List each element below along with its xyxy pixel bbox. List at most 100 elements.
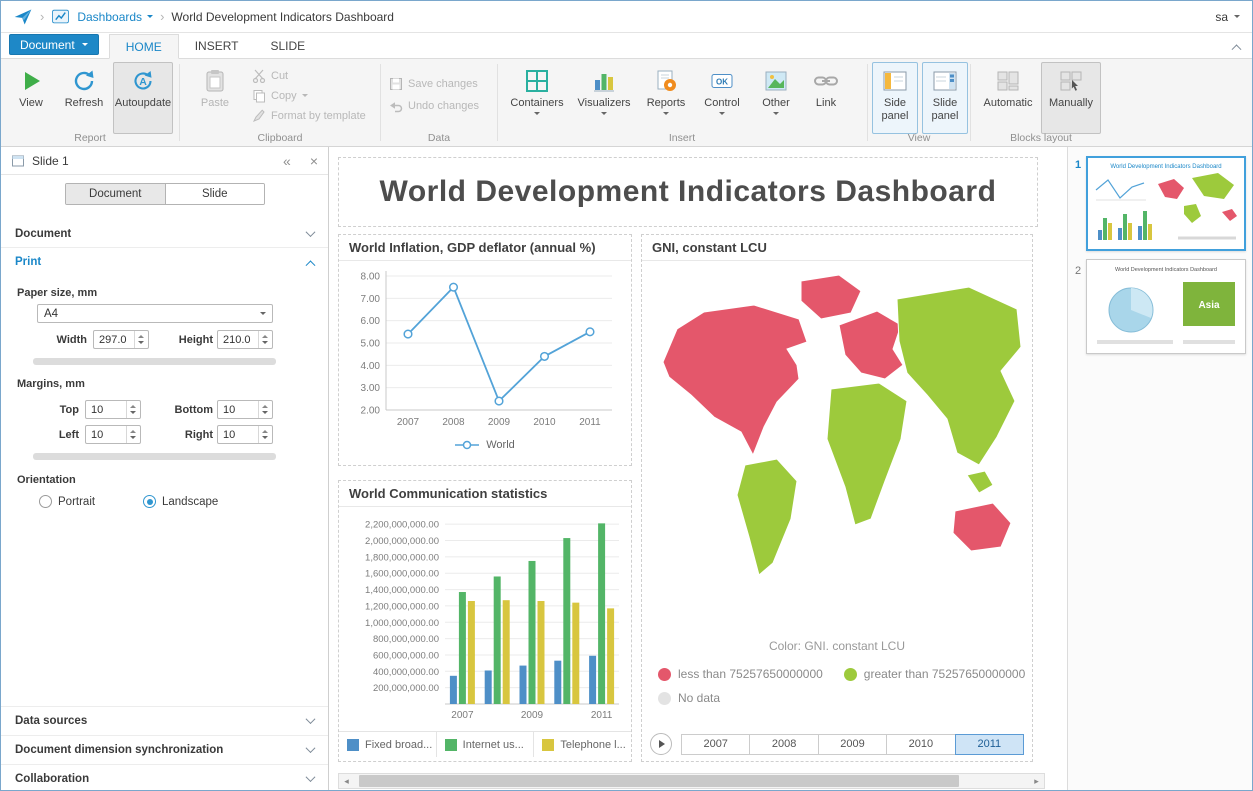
- line-data-point: [450, 283, 458, 291]
- map-region-asia[interactable]: [897, 287, 1021, 465]
- legend-dot-less-than: [658, 668, 671, 681]
- section-dimension-sync[interactable]: Document dimension synchronization: [1, 735, 328, 763]
- chevron-down-icon: [306, 743, 316, 753]
- spinner-arrows[interactable]: [126, 401, 139, 418]
- automatic-layout-icon: [995, 68, 1021, 94]
- side-panel-toggle[interactable]: Side panel: [872, 62, 918, 134]
- view-button[interactable]: View: [7, 62, 55, 134]
- margin-left-input[interactable]: [86, 426, 126, 443]
- visualizers-button[interactable]: Visualizers: [572, 62, 636, 134]
- spinner-arrows[interactable]: [258, 401, 271, 418]
- copy-button[interactable]: Copy: [252, 87, 308, 104]
- spinner-arrows[interactable]: [258, 331, 271, 348]
- y-axis-tick: 2,000,000,000.00: [365, 536, 439, 547]
- control-button[interactable]: OK Control: [696, 62, 748, 134]
- document-menu-button[interactable]: Document: [9, 34, 99, 55]
- refresh-button[interactable]: Refresh: [58, 62, 110, 134]
- section-document[interactable]: Document: [1, 220, 328, 248]
- margin-top-spinner[interactable]: [85, 400, 141, 419]
- map-region-europe[interactable]: [839, 311, 903, 379]
- width-input[interactable]: [94, 331, 134, 348]
- bar-segment: [459, 592, 466, 704]
- horizontal-scrollbar[interactable]: [33, 358, 276, 365]
- other-button[interactable]: Other: [752, 62, 800, 134]
- save-changes-button[interactable]: Save changes: [389, 75, 478, 92]
- portrait-radio-label[interactable]: Portrait: [58, 496, 95, 508]
- slide-panel-toggle[interactable]: Slide panel: [922, 62, 968, 134]
- timeline-year-button-2010[interactable]: 2010: [886, 734, 955, 755]
- timeline-year-buttons: 20072008200920102011: [682, 734, 1024, 755]
- timeline-year-button-2009[interactable]: 2009: [818, 734, 887, 755]
- communication-bar-chart-block[interactable]: World Communication statistics 2,200,000…: [338, 480, 632, 762]
- legend-dot-no-data: [658, 692, 671, 705]
- dashboard-title-block[interactable]: World Development Indicators Dashboard: [338, 157, 1038, 227]
- height-input[interactable]: [218, 331, 258, 348]
- link-button[interactable]: Link: [804, 62, 848, 134]
- svg-text:World Development Indicators D: World Development Indicators Dashboard: [1115, 267, 1217, 273]
- document-mode-button[interactable]: Document: [66, 184, 165, 204]
- scrollbar-track[interactable]: [354, 774, 1029, 788]
- map-region-islands[interactable]: [967, 471, 993, 493]
- scrollbar-thumb[interactable]: [359, 775, 959, 787]
- slide-mode-button[interactable]: Slide: [165, 184, 265, 204]
- reports-button[interactable]: Reports: [640, 62, 692, 134]
- horizontal-scrollbar[interactable]: ◂ ▸: [338, 773, 1045, 789]
- slide-number-1[interactable]: 1: [1072, 159, 1084, 171]
- portrait-radio[interactable]: [39, 495, 52, 508]
- timeline-year-button-2011[interactable]: 2011: [955, 734, 1024, 755]
- close-panel-button[interactable]: ×: [310, 153, 318, 169]
- map-region-australia[interactable]: [953, 503, 1011, 551]
- user-menu[interactable]: sa: [1215, 10, 1240, 24]
- collapse-panel-button[interactable]: «: [283, 153, 291, 169]
- slide-thumbnail-1[interactable]: World Development Indicators Dashboard: [1086, 156, 1246, 251]
- spinner-arrows[interactable]: [258, 426, 271, 443]
- slide-thumbnail-2[interactable]: World Development Indicators Dashboard A…: [1086, 259, 1246, 354]
- spinner-arrows[interactable]: [126, 426, 139, 443]
- manually-layout-button[interactable]: Manually: [1041, 62, 1101, 134]
- section-collaboration[interactable]: Collaboration: [1, 764, 328, 791]
- margin-right-spinner[interactable]: [217, 425, 273, 444]
- autoupdate-button[interactable]: A Autoupdate: [113, 62, 173, 134]
- breadcrumb-dashboards[interactable]: Dashboards: [77, 10, 153, 24]
- margin-bottom-spinner[interactable]: [217, 400, 273, 419]
- scroll-left-arrow[interactable]: ◂: [339, 776, 354, 787]
- landscape-radio[interactable]: [143, 495, 156, 508]
- tab-slide[interactable]: SLIDE: [255, 33, 322, 58]
- margin-left-spinner[interactable]: [85, 425, 141, 444]
- tab-insert[interactable]: INSERT: [179, 33, 255, 58]
- map-region-greenland[interactable]: [801, 275, 861, 319]
- world-map[interactable]: [649, 267, 1025, 623]
- collapse-ribbon-button[interactable]: [1233, 39, 1240, 53]
- margin-top-input[interactable]: [86, 401, 126, 418]
- timeline-year-button-2008[interactable]: 2008: [749, 734, 818, 755]
- timeline-year-button-2007[interactable]: 2007: [681, 734, 750, 755]
- height-spinner[interactable]: [217, 330, 273, 349]
- horizontal-scrollbar[interactable]: [33, 453, 276, 460]
- tab-home[interactable]: HOME: [109, 34, 179, 59]
- y-axis-tick: 6.00: [361, 316, 381, 327]
- inflation-line-chart-block[interactable]: World Inflation, GDP deflator (annual %)…: [338, 234, 632, 466]
- landscape-radio-label[interactable]: Landscape: [162, 496, 218, 508]
- map-region-south-america[interactable]: [737, 459, 797, 575]
- cut-button[interactable]: Cut: [252, 67, 288, 84]
- bar-segment: [572, 603, 579, 704]
- spinner-arrows[interactable]: [134, 331, 147, 348]
- gni-map-block[interactable]: GNI, constant LCU Color: GNI. constant L…: [641, 234, 1033, 762]
- margin-bottom-input[interactable]: [218, 401, 258, 418]
- format-by-template-button[interactable]: Format by template: [252, 107, 366, 124]
- containers-button[interactable]: Containers: [506, 62, 568, 134]
- paste-button[interactable]: Paste: [190, 62, 240, 134]
- section-data-sources[interactable]: Data sources: [1, 706, 328, 734]
- paper-size-select[interactable]: A4: [37, 304, 273, 323]
- scroll-right-arrow[interactable]: ▸: [1029, 776, 1044, 787]
- margin-right-input[interactable]: [218, 426, 258, 443]
- map-region-north-america[interactable]: [663, 305, 807, 455]
- map-region-africa[interactable]: [827, 383, 907, 525]
- automatic-layout-button[interactable]: Automatic: [979, 62, 1037, 134]
- slide-number-2[interactable]: 2: [1072, 265, 1084, 277]
- timeline-play-button[interactable]: [650, 733, 672, 755]
- undo-changes-button[interactable]: Undo changes: [389, 97, 479, 114]
- width-spinner[interactable]: [93, 330, 149, 349]
- world-inflation-line: [408, 287, 590, 401]
- section-print[interactable]: Print: [1, 248, 328, 276]
